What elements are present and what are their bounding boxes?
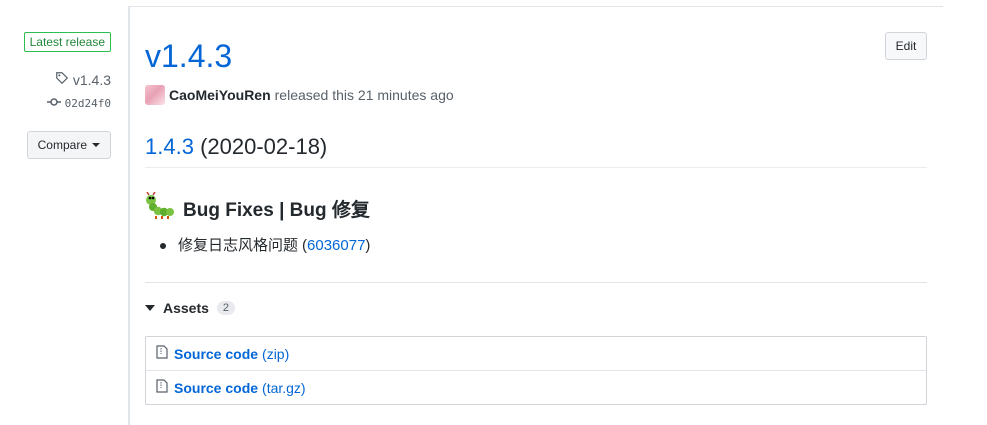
file-zip-icon	[156, 379, 168, 396]
assets-label: Assets	[163, 300, 209, 316]
chevron-down-icon	[92, 143, 100, 147]
commit-hash-link[interactable]: 6036077	[307, 236, 365, 256]
asset-row-targz[interactable]: Source code (tar.gz)	[146, 370, 926, 404]
assets-list: Source code (zip) Source code (tar.gz)	[145, 336, 927, 405]
asset-name[interactable]: Source code	[174, 346, 258, 362]
released-time: released this 21 minutes ago	[274, 87, 454, 103]
release-title[interactable]: v1.4.3	[145, 36, 232, 76]
top-divider	[128, 6, 943, 7]
tag-name: v1.4.3	[72, 71, 111, 88]
section-title: Bug Fixes | Bug 修复	[183, 199, 370, 221]
edit-button[interactable]: Edit	[885, 32, 927, 60]
caterpillar-icon	[145, 191, 175, 229]
asset-ext[interactable]: (zip)	[262, 346, 289, 362]
release-byline: CaoMeiYouRen released this 21 minutes ag…	[145, 85, 454, 105]
version-heading: 1.4.3 (2020-02-18)	[145, 132, 327, 162]
list-item-text: 修复日志风格问题	[178, 237, 299, 254]
file-zip-icon	[156, 345, 168, 362]
bullet	[160, 243, 166, 249]
version-date: (2020-02-18)	[200, 134, 328, 159]
asset-ext[interactable]: (tar.gz)	[262, 380, 306, 396]
commit-sha: 02d24f0	[64, 97, 111, 110]
commit-link[interactable]: 02d24f0	[46, 97, 111, 110]
timeline-divider	[128, 6, 130, 425]
release-sidebar: Latest release v1.4.3 02d24f0 Compare	[0, 0, 128, 425]
asset-name[interactable]: Source code	[174, 380, 258, 396]
heading-divider	[145, 167, 927, 168]
author-link[interactable]: CaoMeiYouRen	[169, 87, 271, 103]
version-link[interactable]: 1.4.3	[145, 134, 194, 159]
avatar[interactable]	[145, 85, 165, 105]
assets-toggle[interactable]: Assets 2	[145, 300, 236, 316]
latest-release-badge: Latest release	[23, 32, 111, 52]
list-item: 修复日志风格问题 (6036077)	[160, 236, 370, 256]
asset-row-zip[interactable]: Source code (zip)	[146, 337, 926, 370]
section-heading: Bug Fixes | Bug 修复	[145, 191, 370, 229]
assets-count-badge: 2	[216, 301, 236, 315]
git-commit-icon	[46, 97, 61, 110]
tag-icon	[55, 71, 69, 88]
compare-button[interactable]: Compare	[26, 131, 111, 159]
commit-paren-close: )	[365, 237, 371, 254]
assets-divider	[145, 282, 927, 283]
triangle-down-icon	[145, 305, 155, 311]
compare-label: Compare	[37, 138, 87, 152]
tag-link[interactable]: v1.4.3	[55, 71, 111, 88]
